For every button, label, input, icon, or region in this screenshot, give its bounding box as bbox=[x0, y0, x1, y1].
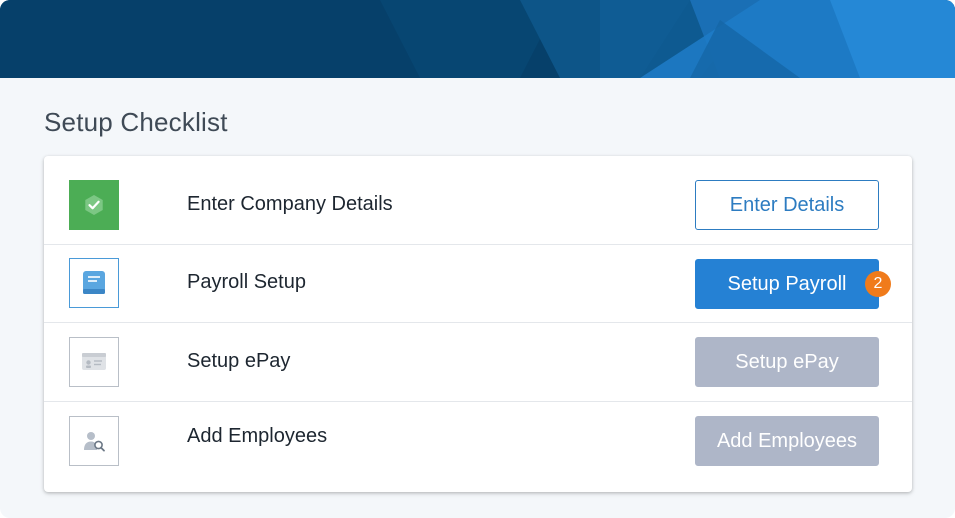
header-banner bbox=[0, 0, 955, 78]
setup-epay-button[interactable]: Setup ePay bbox=[695, 337, 879, 387]
setup-payroll-button[interactable]: Setup Payroll bbox=[695, 259, 879, 309]
row-label-company-details: Enter Company Details bbox=[187, 193, 393, 215]
setup-checklist-card: Enter Company Details Enter Details Payr… bbox=[44, 156, 912, 492]
checklist-row-payroll: Payroll Setup Setup Payroll 2 bbox=[44, 244, 912, 323]
user-search-icon bbox=[69, 416, 119, 466]
check-badge-icon bbox=[69, 180, 119, 230]
book-icon bbox=[69, 258, 119, 308]
add-employees-button[interactable]: Add Employees bbox=[695, 416, 879, 466]
enter-details-button[interactable]: Enter Details bbox=[695, 180, 879, 230]
checklist-row-company-details: Enter Company Details Enter Details bbox=[44, 156, 912, 244]
setup-page: Setup Checklist Enter Company Details En… bbox=[0, 0, 955, 518]
step-badge: 2 bbox=[865, 271, 891, 297]
checklist-row-employees: Add Employees Add Employees bbox=[44, 401, 912, 492]
banner-pattern bbox=[0, 0, 955, 78]
row-label-epay: Setup ePay bbox=[187, 350, 291, 372]
row-label-payroll: Payroll Setup bbox=[187, 271, 306, 293]
checklist-row-epay: Setup ePay Setup ePay bbox=[44, 322, 912, 402]
row-label-employees: Add Employees bbox=[187, 425, 328, 447]
id-card-icon bbox=[69, 337, 119, 387]
page-title: Setup Checklist bbox=[44, 107, 228, 137]
